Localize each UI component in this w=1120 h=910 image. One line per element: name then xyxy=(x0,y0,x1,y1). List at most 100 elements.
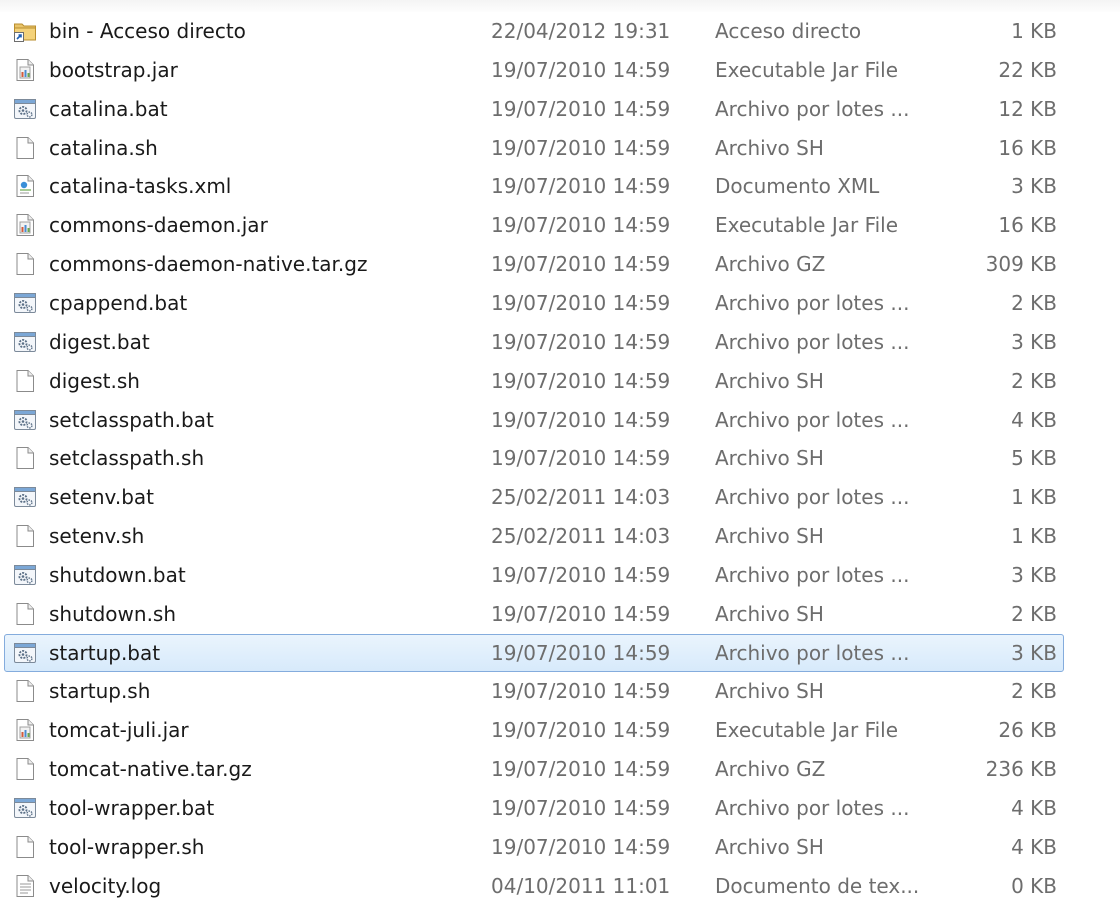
file-size: 309 KB xyxy=(985,252,1057,277)
file-row-14[interactable]: shutdown.bat 19/07/2010 14:59 Archivo po… xyxy=(4,556,1064,594)
file-name: bootstrap.jar xyxy=(49,57,178,82)
blank-file-icon xyxy=(13,369,37,393)
file-date-modified: 19/07/2010 14:59 xyxy=(491,57,671,82)
file-size: 5 KB xyxy=(1011,446,1057,471)
file-size: 3 KB xyxy=(1011,640,1057,665)
file-name: catalina.sh xyxy=(49,135,158,160)
file-size: 1 KB xyxy=(1011,19,1057,43)
file-row-18[interactable]: tomcat-juli.jar 19/07/2010 14:59 Executa… xyxy=(4,711,1064,749)
file-date-modified: 19/07/2010 14:59 xyxy=(491,601,671,626)
file-type: Archivo por lotes ... xyxy=(715,407,910,432)
file-size: 3 KB xyxy=(1011,562,1057,587)
file-date-modified: 19/07/2010 14:59 xyxy=(491,640,671,665)
file-row-8[interactable]: digest.bat 19/07/2010 14:59 Archivo por … xyxy=(4,323,1064,361)
file-name: tool-wrapper.bat xyxy=(49,796,215,820)
file-name: shutdown.sh xyxy=(49,601,177,626)
file-type: Executable Jar File xyxy=(715,718,899,743)
file-size: 12 KB xyxy=(998,96,1057,121)
file-name: setclasspath.sh xyxy=(49,446,205,471)
batch-file-icon xyxy=(13,97,37,121)
file-type: Archivo por lotes ... xyxy=(715,329,910,354)
file-row-22[interactable]: velocity.log 04/10/2011 11:01 Documento … xyxy=(4,867,1064,905)
file-type: Archivo SH xyxy=(715,368,824,393)
file-size: 4 KB xyxy=(1011,796,1057,820)
file-row-21[interactable]: tool-wrapper.sh 19/07/2010 14:59 Archivo… xyxy=(4,828,1064,866)
blank-file-icon xyxy=(13,446,37,470)
file-row-13[interactable]: setenv.sh 25/02/2011 14:03 Archivo SH 1 … xyxy=(4,517,1064,555)
file-type: Archivo SH xyxy=(715,834,824,859)
file-size: 4 KB xyxy=(1011,834,1057,859)
jar-file-icon xyxy=(13,718,37,742)
file-date-modified: 19/07/2010 14:59 xyxy=(491,446,671,471)
file-row-0[interactable]: bin - Acceso directo 22/04/2012 19:31 Ac… xyxy=(4,12,1064,50)
file-type: Archivo GZ xyxy=(715,252,826,277)
file-size: 236 KB xyxy=(985,757,1057,782)
blank-file-icon xyxy=(13,252,37,276)
file-date-modified: 19/07/2010 14:59 xyxy=(491,96,671,121)
file-size: 1 KB xyxy=(1011,485,1057,510)
file-row-9[interactable]: digest.sh 19/07/2010 14:59 Archivo SH 2 … xyxy=(4,362,1064,400)
file-row-3[interactable]: catalina.sh 19/07/2010 14:59 Archivo SH … xyxy=(4,129,1064,167)
file-name: commons-daemon-native.tar.gz xyxy=(49,252,368,277)
file-name: setenv.sh xyxy=(49,524,145,549)
file-type: Archivo SH xyxy=(715,135,824,160)
xml-file-icon xyxy=(13,174,37,198)
jar-file-icon xyxy=(13,213,37,237)
file-row-7[interactable]: cpappend.bat 19/07/2010 14:59 Archivo po… xyxy=(4,284,1064,322)
file-row-4[interactable]: catalina-tasks.xml 19/07/2010 14:59 Docu… xyxy=(4,167,1064,205)
file-date-modified: 19/07/2010 14:59 xyxy=(491,213,671,238)
file-date-modified: 19/07/2010 14:59 xyxy=(491,135,671,160)
file-size: 2 KB xyxy=(1011,601,1057,626)
file-date-modified: 19/07/2010 14:59 xyxy=(491,252,671,277)
file-date-modified: 04/10/2011 11:01 xyxy=(491,873,671,898)
file-name: tomcat-juli.jar xyxy=(49,718,189,743)
text-file-icon xyxy=(13,874,37,898)
shortcut-folder-icon xyxy=(13,19,37,43)
blank-file-icon xyxy=(13,136,37,160)
file-row-12[interactable]: setenv.bat 25/02/2011 14:03 Archivo por … xyxy=(4,478,1064,516)
file-size: 2 KB xyxy=(1011,368,1057,393)
file-row-11[interactable]: setclasspath.sh 19/07/2010 14:59 Archivo… xyxy=(4,439,1064,477)
file-type: Archivo por lotes ... xyxy=(715,796,910,820)
batch-file-icon xyxy=(13,291,37,315)
file-date-modified: 19/07/2010 14:59 xyxy=(491,329,671,354)
file-name: tool-wrapper.sh xyxy=(49,834,205,859)
blank-file-icon xyxy=(13,757,37,781)
file-type: Archivo SH xyxy=(715,679,824,704)
file-type: Archivo por lotes ... xyxy=(715,96,910,121)
file-date-modified: 25/02/2011 14:03 xyxy=(491,485,671,510)
file-row-2[interactable]: catalina.bat 19/07/2010 14:59 Archivo po… xyxy=(4,90,1064,128)
file-type: Archivo por lotes ... xyxy=(715,640,910,665)
file-row-16[interactable]: startup.bat 19/07/2010 14:59 Archivo por… xyxy=(4,633,1064,672)
file-size: 16 KB xyxy=(998,135,1057,160)
file-type: Archivo SH xyxy=(715,601,824,626)
file-type: Archivo por lotes ... xyxy=(715,485,910,510)
file-name: startup.bat xyxy=(49,640,161,665)
file-name: catalina.bat xyxy=(49,96,168,121)
file-date-modified: 22/04/2012 19:31 xyxy=(491,19,671,43)
file-row-20[interactable]: tool-wrapper.bat 19/07/2010 14:59 Archiv… xyxy=(4,789,1064,827)
file-row-17[interactable]: startup.sh 19/07/2010 14:59 Archivo SH 2… xyxy=(4,672,1064,710)
file-name: bin - Acceso directo xyxy=(49,19,246,43)
file-row-19[interactable]: tomcat-native.tar.gz 19/07/2010 14:59 Ar… xyxy=(4,750,1064,788)
file-date-modified: 19/07/2010 14:59 xyxy=(491,679,671,704)
file-date-modified: 19/07/2010 14:59 xyxy=(491,562,671,587)
batch-file-icon xyxy=(13,330,37,354)
file-type: Archivo GZ xyxy=(715,757,826,782)
file-date-modified: 19/07/2010 14:59 xyxy=(491,834,671,859)
batch-file-icon xyxy=(13,563,37,587)
file-row-1[interactable]: bootstrap.jar 19/07/2010 14:59 Executabl… xyxy=(4,51,1064,89)
file-row-6[interactable]: commons-daemon-native.tar.gz 19/07/2010 … xyxy=(4,245,1064,283)
batch-file-icon xyxy=(13,796,37,820)
file-name: setenv.bat xyxy=(49,485,154,510)
file-size: 3 KB xyxy=(1011,174,1057,199)
file-row-15[interactable]: shutdown.sh 19/07/2010 14:59 Archivo SH … xyxy=(4,595,1064,633)
file-size: 2 KB xyxy=(1011,679,1057,704)
file-type: Archivo por lotes ... xyxy=(715,290,910,315)
file-row-10[interactable]: setclasspath.bat 19/07/2010 14:59 Archiv… xyxy=(4,401,1064,439)
file-size: 16 KB xyxy=(998,213,1057,238)
file-name: tomcat-native.tar.gz xyxy=(49,757,252,782)
file-size: 1 KB xyxy=(1011,524,1057,549)
file-date-modified: 25/02/2011 14:03 xyxy=(491,524,671,549)
file-row-5[interactable]: commons-daemon.jar 19/07/2010 14:59 Exec… xyxy=(4,206,1064,244)
